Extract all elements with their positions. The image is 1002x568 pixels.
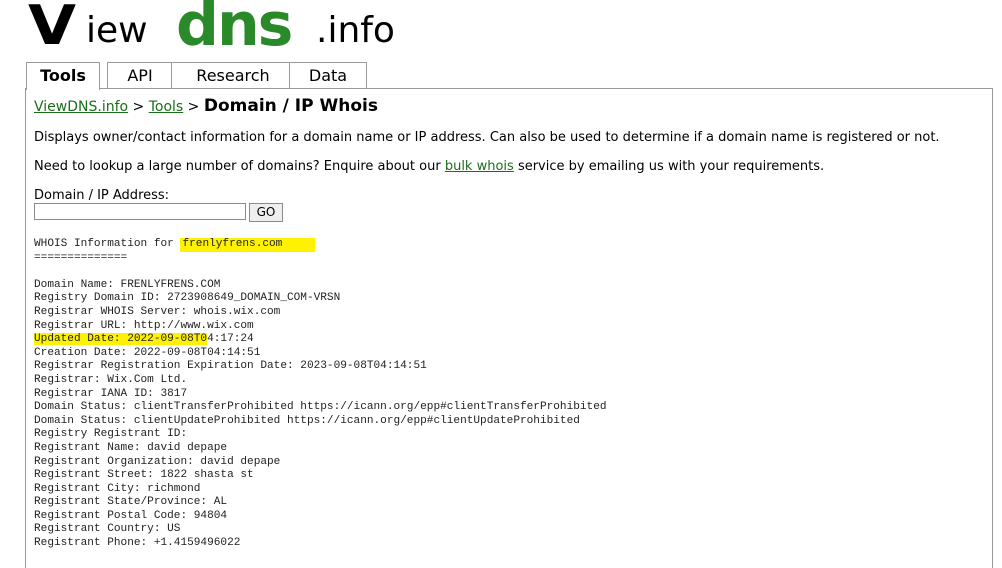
bulk-note-text: service by emailing us with your require… <box>513 159 825 174</box>
tab-api[interactable]: API <box>107 62 173 88</box>
whois-header: WHOIS Information for frenlyfrens.com <box>34 238 607 252</box>
whois-line: Registrar URL: http://www.wix.com <box>34 319 254 332</box>
whois-line: Registry Registrant ID: <box>34 428 188 441</box>
whois-line: Registrar: Wix.Com Ltd. <box>34 373 188 386</box>
breadcrumb-tools-link[interactable]: Tools <box>149 99 184 115</box>
whois-line: Domain Status: clientTransferProhibited … <box>34 401 607 414</box>
page-title: Domain / IP Whois <box>203 96 378 116</box>
whois-line: Creation Date: 2022-09-08T04:14:51 <box>34 346 261 359</box>
breadcrumb: ViewDNS.info > Tools > Domain / IP Whois <box>34 96 378 116</box>
logo-iew: iew <box>86 10 148 51</box>
whois-updated-rest: 4:17:24 <box>207 333 254 346</box>
whois-line: Registrant City: richmond <box>34 482 201 495</box>
whois-output: WHOIS Information for frenlyfrens.com ===… <box>34 238 607 551</box>
tool-description: Displays owner/contact information for a… <box>34 130 940 145</box>
bulk-whois-link[interactable]: bulk whois <box>445 159 514 174</box>
whois-header-underline: ============== <box>34 251 128 264</box>
domain-input[interactable] <box>34 203 246 220</box>
logo-v: V <box>28 0 76 57</box>
whois-line: Domain Name: FRENLYFRENS.COM <box>34 278 221 291</box>
whois-line: Registrant Country: US <box>34 523 181 536</box>
whois-line: Registrant Organization: david depape <box>34 455 281 468</box>
whois-updated-highlight: Updated Date: 2022-09-08T0 <box>34 333 208 346</box>
tab-tools[interactable]: Tools <box>26 62 100 90</box>
go-button[interactable]: GO <box>249 203 283 222</box>
logo-info: .info <box>316 10 395 51</box>
domain-input-label: Domain / IP Address: <box>34 188 170 203</box>
bulk-whois-note: Need to lookup a large number of domains… <box>34 159 824 174</box>
whois-line: Registrar IANA ID: 3817 <box>34 387 188 400</box>
whois-header-prefix: WHOIS Information for <box>34 238 181 250</box>
logo-dns: dns <box>176 0 293 60</box>
whois-line: Registrant Phone: +1.4159496022 <box>34 537 241 550</box>
whois-updated-line: Updated Date: 2022-09-08T04:17:24 <box>34 333 607 347</box>
breadcrumb-home-link[interactable]: ViewDNS.info <box>34 99 128 115</box>
bulk-note-text: Need to lookup a large number of domains… <box>34 159 445 174</box>
breadcrumb-separator: > <box>183 99 204 115</box>
tab-data[interactable]: Data <box>289 62 367 88</box>
whois-line: Registrant State/Province: AL <box>34 496 228 509</box>
whois-line: Registrant Postal Code: 94804 <box>34 509 228 522</box>
site-logo[interactable]: V iew dns .info <box>28 0 428 60</box>
whois-line: Registrar WHOIS Server: whois.wix.com <box>34 305 281 318</box>
whois-line: Registry Domain ID: 2723908649_DOMAIN_CO… <box>34 292 341 305</box>
whois-line: Registrant Street: 1822 shasta st <box>34 469 254 482</box>
main-panel: ViewDNS.info > Tools > Domain / IP Whois… <box>25 88 993 568</box>
whois-blank-line <box>34 265 607 279</box>
breadcrumb-separator: > <box>128 99 149 115</box>
whois-header-domain: frenlyfrens.com <box>180 238 316 252</box>
whois-line: Domain Status: clientUpdateProhibited ht… <box>34 414 580 427</box>
whois-line: Registrar Registration Expiration Date: … <box>34 360 427 373</box>
tab-research[interactable]: Research <box>171 62 295 88</box>
whois-line: Registrant Name: david depape <box>34 441 228 454</box>
